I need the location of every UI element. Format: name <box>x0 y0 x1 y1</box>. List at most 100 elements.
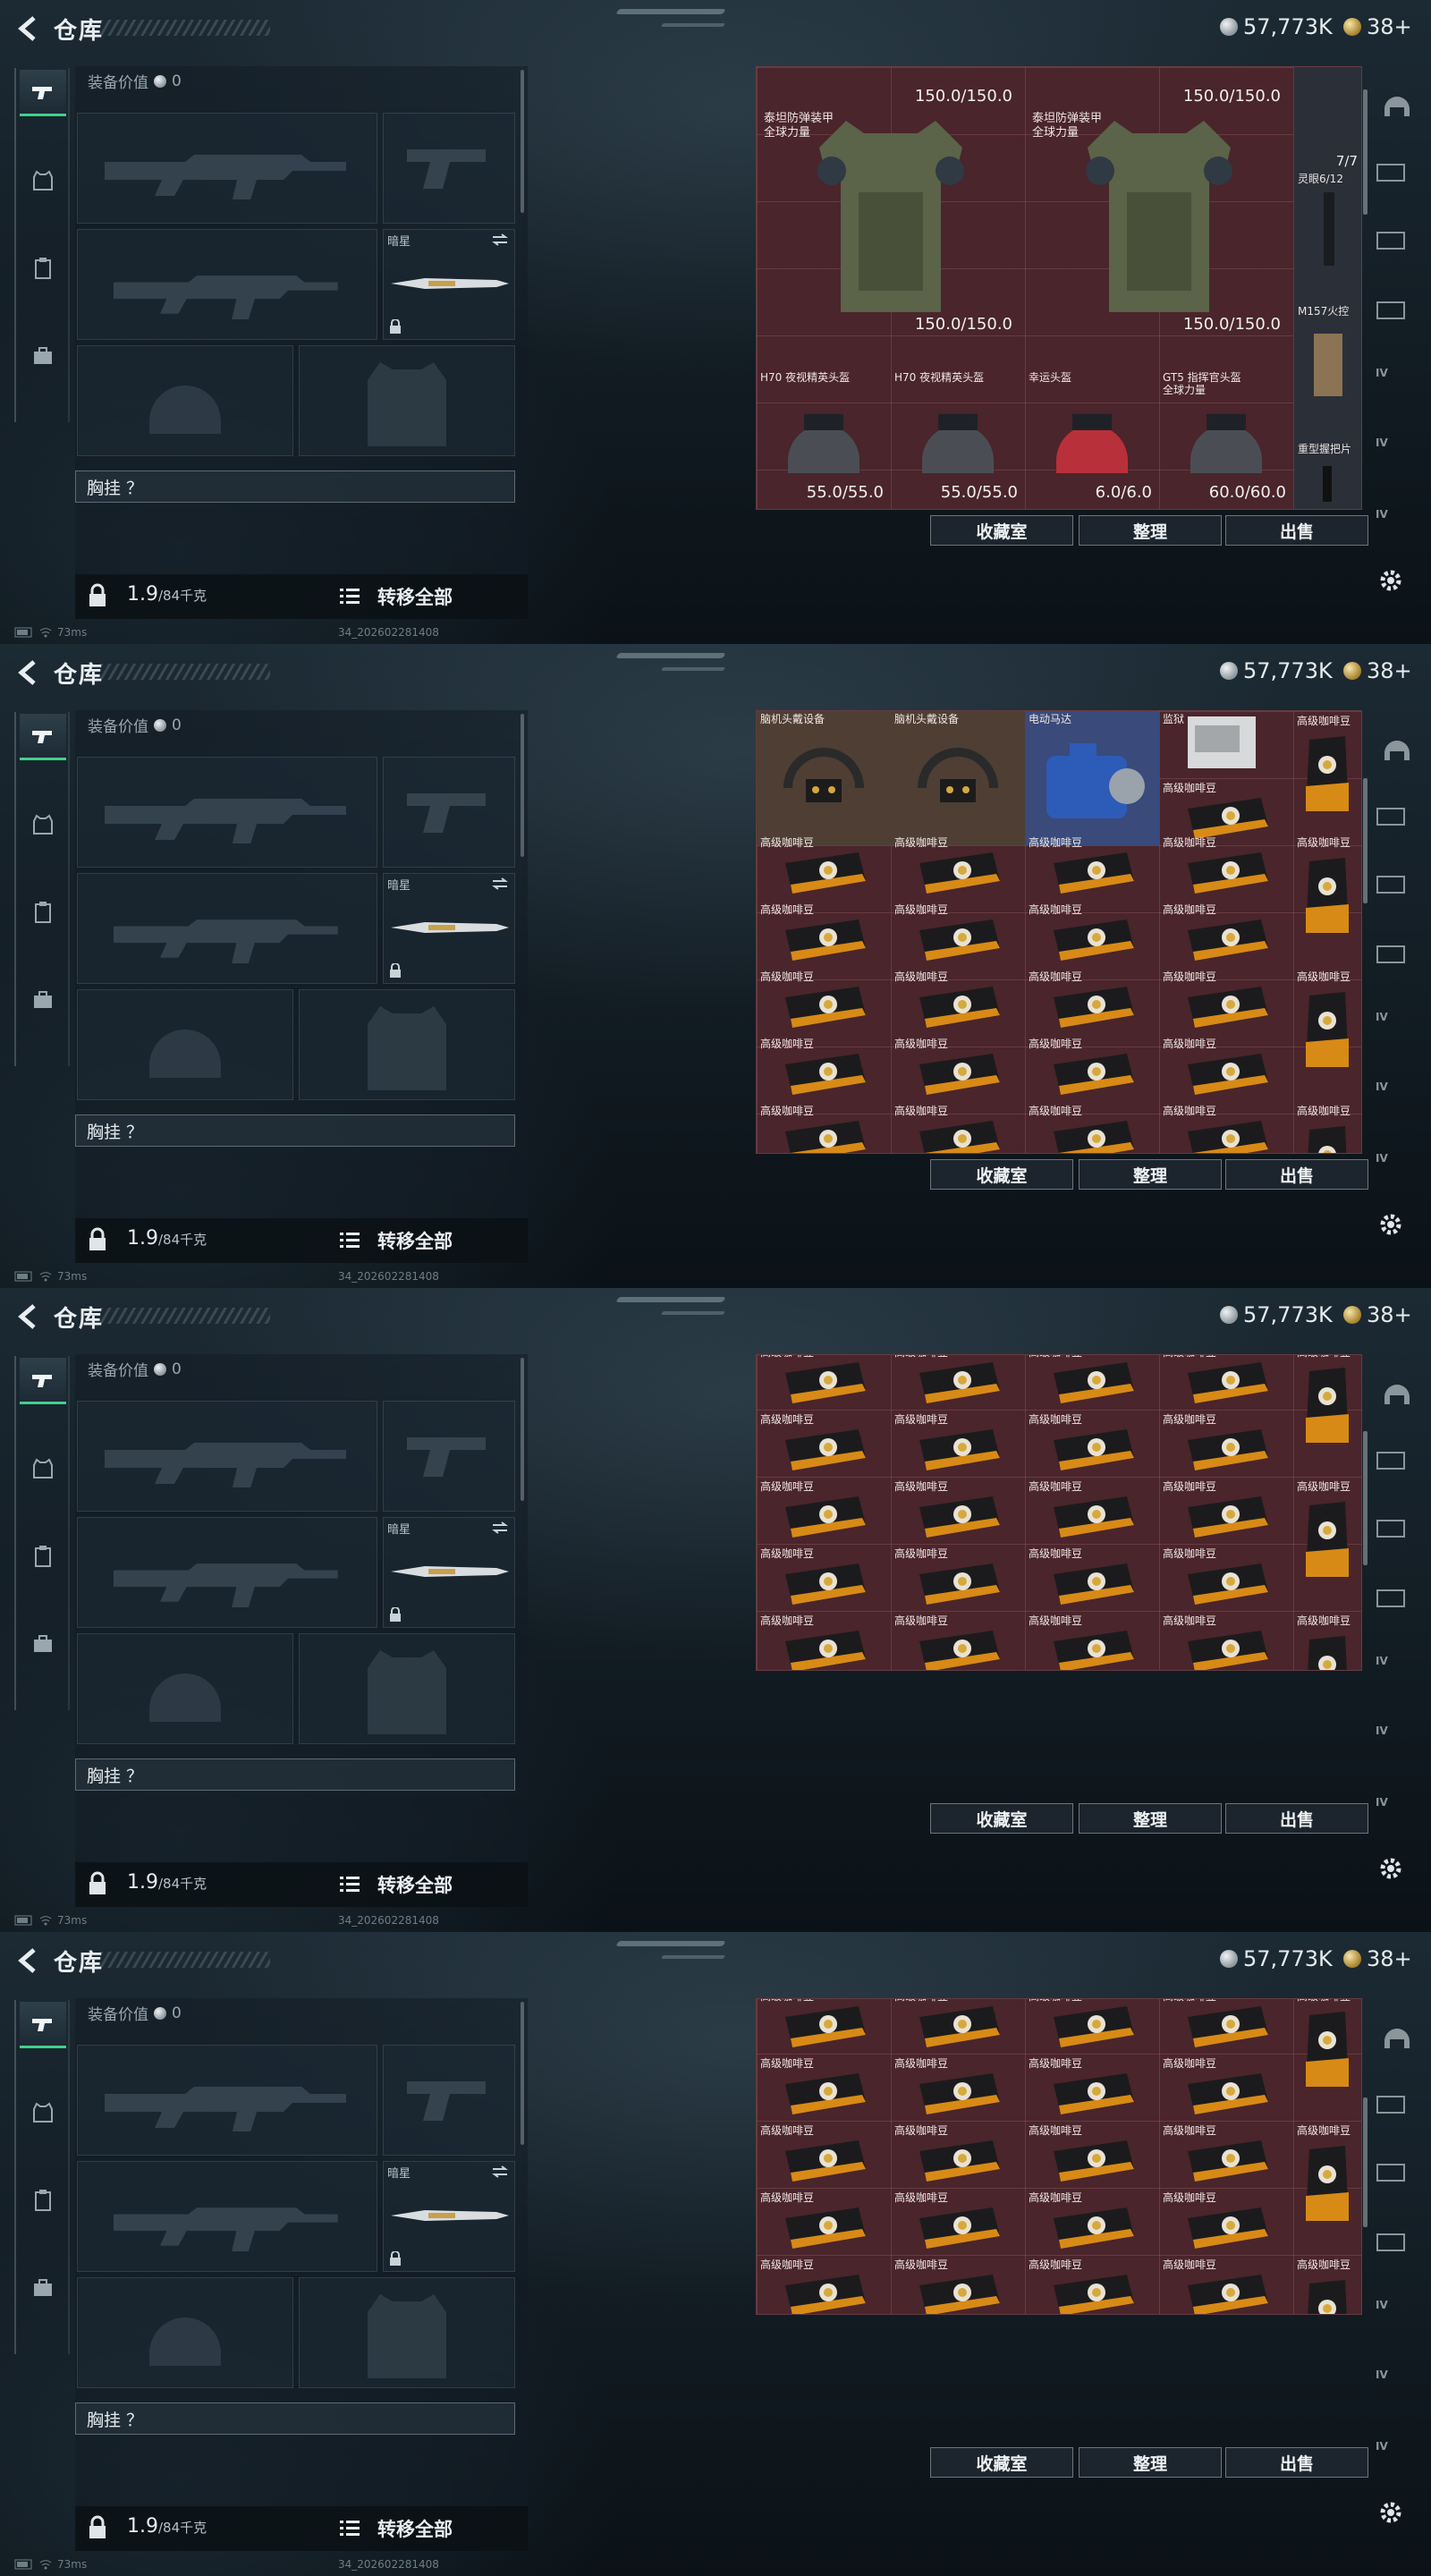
coffee-bean-cell[interactable]: 高级咖啡豆 <box>1159 2255 1293 2314</box>
tab-armor[interactable] <box>20 157 66 204</box>
equipment-scrollbar[interactable] <box>521 714 524 857</box>
coffee-bean-cell[interactable]: 高级咖啡豆 <box>1025 1477 1159 1544</box>
rail-page-1[interactable] <box>1376 2091 1420 2123</box>
warehouse-grid[interactable]: 脑机头戴设备 脑机头戴设备 电动马达 监狱 高级咖啡豆 高级咖啡豆 高级咖啡豆 高级咖啡豆 高级… <box>756 710 1362 1154</box>
coffee-bean-cell[interactable]: 高级咖啡豆 <box>1159 1355 1293 1410</box>
gear-icon[interactable] <box>1377 1211 1404 1238</box>
rail-page-2[interactable] <box>1376 2159 1420 2191</box>
rail-page-3[interactable] <box>1376 1585 1420 1617</box>
coffee-bean-cell[interactable]: 高级咖啡豆 <box>757 2121 891 2188</box>
primary-weapon-slot[interactable] <box>77 757 377 868</box>
sort-button[interactable]: 整理 <box>1079 515 1222 546</box>
chest-rig-slot[interactable]: 胸挂 ？ <box>75 1758 515 1791</box>
coffee-bean-tall-cell[interactable]: 高级咖啡豆 <box>1293 711 1361 845</box>
coffee-bean-cell[interactable]: 高级咖啡豆 <box>757 833 891 900</box>
sell-button[interactable]: 出售 <box>1225 515 1368 546</box>
coffee-bean-cell[interactable]: 高级咖啡豆 <box>891 833 1025 900</box>
transfer-all-button[interactable]: 转移全部 <box>377 1871 453 1898</box>
coffee-bean-cell[interactable]: 高级咖啡豆 <box>891 900 1025 967</box>
tab-cases[interactable] <box>20 1621 66 1667</box>
warehouse-scrollbar[interactable] <box>1363 89 1367 215</box>
swap-icon[interactable] <box>491 1521 509 1534</box>
rail-page-5[interactable]: IV <box>1376 1080 1420 1113</box>
swap-icon[interactable] <box>491 877 509 890</box>
coffee-bean-tall-cell[interactable]: 高级咖啡豆 <box>1293 967 1361 1101</box>
tab-cases[interactable] <box>20 977 66 1023</box>
melee-slot[interactable]: 暗星 <box>383 229 515 340</box>
melee-slot[interactable]: 暗星 <box>383 1517 515 1628</box>
electric-motor-cell[interactable]: 电动马达 <box>1025 711 1159 845</box>
coffee-bean-cell[interactable]: 高级咖啡豆 <box>1159 1101 1293 1153</box>
equipment-scrollbar[interactable] <box>521 70 524 213</box>
gear-icon[interactable] <box>1377 2499 1404 2526</box>
collection-room-button[interactable]: 收藏室 <box>930 515 1073 546</box>
coffee-bean-cell[interactable]: 高级咖啡豆 <box>1025 2054 1159 2121</box>
coffee-bean-cell[interactable]: 高级咖啡豆 <box>757 1611 891 1670</box>
tab-cases[interactable] <box>20 333 66 379</box>
rail-page-1[interactable] <box>1376 1447 1420 1479</box>
coffee-bean-tall-cell[interactable]: 高级咖啡豆 <box>1293 1477 1361 1611</box>
gold-balance[interactable]: 38+ <box>1343 1302 1412 1327</box>
rail-page-5[interactable]: IV <box>1376 2368 1420 2401</box>
helmet-page-icon[interactable] <box>1381 1377 1413 1408</box>
rail-page-4[interactable]: IV <box>1376 1011 1420 1043</box>
gold-balance[interactable]: 38+ <box>1343 658 1412 683</box>
tab-armor[interactable] <box>20 801 66 848</box>
primary-weapon-slot[interactable] <box>77 1401 377 1512</box>
coffee-bean-cell[interactable]: 高级咖啡豆 <box>1159 1611 1293 1670</box>
warehouse-grid[interactable]: 150.0/150.0 泰坦防弹装甲 全球力量 150.0/150.0 150.0/15… <box>756 66 1362 510</box>
melee-slot[interactable]: 暗星 <box>383 2161 515 2272</box>
coffee-bean-cell[interactable]: 高级咖啡豆 <box>891 1034 1025 1101</box>
coffee-bean-cell[interactable]: 高级咖啡豆 <box>757 1101 891 1153</box>
transfer-all-button[interactable]: 转移全部 <box>377 2515 453 2542</box>
coffee-bean-cell[interactable]: 高级咖啡豆 <box>1159 1034 1293 1101</box>
secondary-weapon-slot[interactable] <box>77 2161 377 2272</box>
tab-weapons[interactable] <box>20 714 66 760</box>
chest-rig-slot[interactable]: 胸挂 ？ <box>75 2402 515 2435</box>
tab-supplies[interactable] <box>20 2177 66 2224</box>
armor-vest-cell[interactable]: 150.0/150.0 泰坦防弹装甲 全球力量 150.0/150.0 <box>757 67 1025 335</box>
coffee-bean-cell[interactable]: 高级咖啡豆 <box>757 2054 891 2121</box>
coffee-bean-cell[interactable]: 高级咖啡豆 <box>891 1355 1025 1410</box>
tab-weapons[interactable] <box>20 70 66 116</box>
secondary-weapon-slot[interactable] <box>77 1517 377 1628</box>
helmet-slot[interactable] <box>77 2277 293 2388</box>
coffee-bean-cell[interactable]: 高级咖啡豆 <box>1159 1410 1293 1477</box>
collection-room-button[interactable]: 收藏室 <box>930 2447 1073 2478</box>
list-icon[interactable] <box>340 2519 360 2537</box>
coffee-bean-cell[interactable]: 高级咖啡豆 <box>1159 967 1293 1034</box>
secondary-weapon-slot[interactable] <box>77 229 377 340</box>
coffee-bean-cell[interactable]: 高级咖啡豆 <box>891 1101 1025 1153</box>
rail-page-3[interactable] <box>1376 941 1420 973</box>
warehouse-scrollbar[interactable] <box>1363 2097 1367 2227</box>
coffee-bean-cell[interactable]: 高级咖啡豆 <box>757 1034 891 1101</box>
gold-balance[interactable]: 38+ <box>1343 1946 1412 1971</box>
helmet-cell[interactable]: H70 夜视精英头盔 55.0/55.0 <box>757 369 891 504</box>
list-icon[interactable] <box>340 1875 360 1893</box>
sell-button[interactable]: 出售 <box>1225 2447 1368 2478</box>
collection-room-button[interactable]: 收藏室 <box>930 1803 1073 1834</box>
pistol-slot[interactable] <box>383 2045 515 2156</box>
tab-cases[interactable] <box>20 2265 66 2311</box>
coffee-bean-cell[interactable]: 高级咖啡豆 <box>757 1410 891 1477</box>
coffee-bean-cell[interactable]: 高级咖啡豆 <box>757 1355 891 1410</box>
coffee-bean-cell[interactable]: 高级咖啡豆 <box>757 1999 891 2054</box>
coffee-bean-cell[interactable]: 高级咖啡豆 <box>1159 1999 1293 2054</box>
lock-icon[interactable] <box>88 1871 107 1896</box>
coffee-bean-cell[interactable]: 高级咖啡豆 <box>1159 900 1293 967</box>
coffee-bean-cell[interactable]: 高级咖啡豆 <box>757 1544 891 1611</box>
tab-supplies[interactable] <box>20 1533 66 1580</box>
rail-page-1[interactable] <box>1376 159 1420 191</box>
lock-icon[interactable] <box>88 1227 107 1252</box>
coffee-bean-cell[interactable]: 高级咖啡豆 <box>891 2255 1025 2314</box>
coffee-bean-cell[interactable]: 高级咖啡豆 <box>1025 2255 1159 2314</box>
coffee-bean-cell[interactable]: 高级咖啡豆 <box>891 2054 1025 2121</box>
coffee-bean-cell[interactable]: 高级咖啡豆 <box>1025 833 1159 900</box>
warehouse-grid[interactable]: 高级咖啡豆 高级咖啡豆 高级咖啡豆 高级咖啡豆 高级咖啡豆 高级咖啡豆 高级咖啡豆 高级咖啡豆… <box>756 1998 1362 2315</box>
coffee-bean-cell[interactable]: 高级咖啡豆 <box>1025 1034 1159 1101</box>
rail-page-6[interactable]: IV <box>1376 1796 1420 1828</box>
tab-supplies[interactable] <box>20 889 66 936</box>
coffee-bean-cell[interactable]: 高级咖啡豆 <box>1025 1355 1159 1410</box>
primary-weapon-slot[interactable] <box>77 113 377 224</box>
coffee-bean-tall-cell[interactable]: 高级咖啡豆 <box>1293 1101 1361 1153</box>
